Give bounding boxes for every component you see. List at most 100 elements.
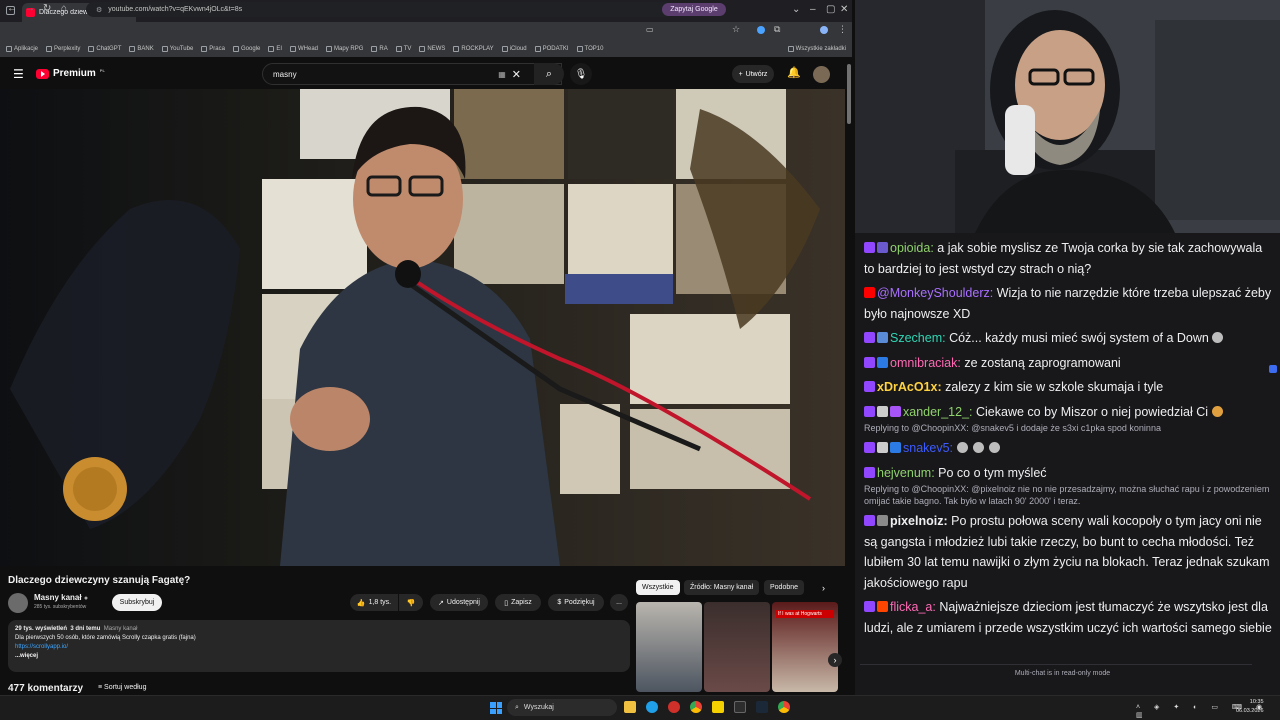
bookmark-folder[interactable]: EI — [268, 46, 282, 52]
bookmark-folder[interactable]: TOP10 — [576, 46, 603, 52]
chrome-icon[interactable] — [778, 701, 790, 713]
all-bookmarks-folder[interactable]: Wszystkie zakładki — [787, 46, 846, 52]
hamburger-menu-icon[interactable]: ☰ — [13, 67, 24, 81]
bookmark-item[interactable]: TV — [395, 46, 411, 52]
clear-search-icon[interactable]: ✕ — [512, 68, 521, 81]
search-input[interactable]: masny ▦ ✕ — [262, 63, 562, 85]
channel-name[interactable]: Masny kanał ● — [34, 593, 88, 602]
ask-google-button[interactable]: Zapytaj Google — [662, 3, 726, 16]
site-info-icon[interactable]: ⚙ — [96, 6, 102, 14]
share-button[interactable]: ↗ Udostępnij — [430, 594, 488, 611]
extension-icon[interactable] — [757, 26, 765, 34]
minimize-button[interactable]: – — [810, 4, 816, 15]
bookmark-folder[interactable]: PODATKI — [534, 46, 569, 52]
twitch-badge-icon — [864, 381, 875, 392]
like-button[interactable]: 👍 1,8 tys. — [350, 594, 398, 611]
bookmark-item[interactable]: RA — [371, 46, 388, 52]
bookmark-folder[interactable]: Mapy RPG — [326, 46, 363, 52]
browser-menu-icon[interactable]: ⋮ — [838, 24, 847, 35]
page-scrollbar[interactable] — [846, 60, 852, 690]
account-avatar[interactable] — [813, 66, 830, 83]
notifications-bell-icon[interactable]: 🔔 — [787, 66, 801, 79]
windows-start-icon[interactable] — [490, 702, 502, 714]
page-scrollbar-thumb[interactable] — [847, 64, 851, 124]
youtube-logo[interactable]: Premium PL — [36, 68, 105, 79]
video-title: Dlaczego dziewczyny szanują Fagatę? — [8, 575, 191, 586]
emote-icon — [1211, 405, 1223, 417]
bookmark-item[interactable]: ROCKPLAY — [453, 46, 494, 52]
bookmark-item[interactable]: iCloud — [501, 46, 527, 52]
home-icon[interactable]: ⌂ — [61, 3, 67, 14]
create-button[interactable]: + Utwórz — [732, 65, 774, 83]
app-icon[interactable] — [734, 701, 746, 713]
search-icon: ⌕ — [515, 703, 519, 711]
edge-icon[interactable] — [646, 701, 658, 713]
dislike-button[interactable]: 👎 — [399, 594, 423, 611]
taskbar-clock[interactable]: 10:35 06.03.2026 — [1236, 698, 1264, 716]
url-field[interactable]: ⚙ youtube.com/watch?v=qEKvwn4jOLc&t=8s — [86, 2, 672, 17]
video-description[interactable]: 29 tys. wyświetleń 3 dni temu Masny kana… — [8, 620, 630, 672]
twitch-badge-icon — [864, 405, 875, 417]
file-explorer-icon[interactable] — [624, 701, 636, 713]
app-icon[interactable] — [668, 701, 680, 713]
sort-icon: ≡ — [98, 684, 103, 691]
taskbar-search[interactable]: ⌕ Wyszukaj — [507, 699, 617, 716]
bookmark-item[interactable]: ChatGPT — [88, 46, 121, 52]
back-icon[interactable]: ← — [7, 3, 17, 14]
profile-avatar-icon[interactable] — [820, 26, 828, 34]
search-button[interactable]: ⌕ — [534, 63, 564, 85]
bookmark-folder[interactable]: Praca — [201, 46, 225, 52]
video-player[interactable] — [0, 89, 845, 566]
thanks-button[interactable]: $ Podziękuj — [548, 594, 604, 611]
thumbs-down-icon: 👎 — [406, 599, 416, 607]
chips-next-icon[interactable]: › — [822, 583, 825, 593]
chip-related[interactable]: Podobne — [764, 580, 805, 595]
twitch-badge-icon — [864, 466, 875, 478]
keyboard-icon[interactable]: ▦ — [498, 70, 506, 79]
chat-message: xDrAcO1x: zalezy z kim sie w szkole skum… — [864, 377, 1272, 398]
twitch-badge-icon — [864, 442, 875, 453]
chip-from-channel[interactable]: Źródło: Masny kanał — [684, 580, 760, 595]
cast-icon[interactable]: ▭ — [646, 25, 654, 34]
sub-badge-icon — [877, 356, 888, 368]
bookmark-item[interactable]: Perplexity — [46, 46, 80, 52]
description-meta: 29 tys. wyświetleń 3 dni temu Masny kana… — [15, 626, 138, 632]
bookmarks-bar: Aplikacje Perplexity ChatGPT BANK YouTub… — [0, 41, 852, 57]
forward-icon[interactable]: → — [25, 3, 35, 14]
bookmark-folder[interactable]: YouTube — [161, 46, 193, 52]
related-video-thumbnail[interactable] — [636, 602, 702, 692]
bookmark-star-icon[interactable]: ☆ — [732, 24, 740, 35]
notes-icon[interactable] — [712, 701, 724, 713]
window-menu-icon[interactable]: ⌄ — [792, 4, 800, 15]
related-video-thumbnail[interactable] — [704, 602, 770, 692]
streamer-webcam — [855, 0, 1280, 233]
chip-all[interactable]: Wszystkie — [636, 580, 680, 595]
twitch-badge-icon — [864, 242, 875, 253]
more-actions-button[interactable]: ... — [610, 594, 628, 611]
maximize-button[interactable]: ▢ — [826, 4, 835, 15]
puzzle-icon[interactable]: ⧉ — [774, 24, 780, 35]
description-link[interactable]: https://scrollyapp.io/ — [15, 643, 623, 652]
bookmark-item[interactable]: Aplikacje — [6, 46, 38, 52]
subscribe-button[interactable]: Subskrybuj — [112, 594, 162, 611]
bookmark-folder[interactable]: NEWS — [419, 46, 445, 52]
bookmark-folder[interactable]: BANK — [129, 46, 154, 52]
chrome-icon[interactable] — [690, 701, 702, 713]
voice-search-icon[interactable]: 🎙 — [570, 63, 592, 85]
sub-badge-icon — [890, 405, 901, 417]
carousel-next-icon[interactable]: › — [828, 653, 842, 667]
save-button[interactable]: ▯ Zapisz — [495, 594, 541, 611]
reload-icon[interactable]: ↻ — [43, 3, 51, 14]
related-video-thumbnail[interactable]: If I was at Hogwarts — [772, 602, 838, 692]
bookmark-item[interactable]: WHead — [290, 46, 318, 52]
chat-message: xander_12_: Ciekawe co by Miszor o niej … — [864, 402, 1272, 423]
comments-count: 477 komentarzy — [8, 683, 84, 694]
thumbs-up-icon: 👍 — [356, 599, 366, 607]
close-window-button[interactable]: ✕ — [840, 4, 848, 15]
side-indicator-icon[interactable] — [1269, 365, 1277, 373]
steam-icon[interactable] — [756, 701, 768, 713]
channel-avatar[interactable] — [8, 593, 28, 613]
show-more-link[interactable]: ...więcej — [15, 652, 623, 661]
bookmark-folder[interactable]: Google — [232, 46, 260, 52]
sort-comments-button[interactable]: ≡ Sortuj według — [98, 684, 146, 691]
